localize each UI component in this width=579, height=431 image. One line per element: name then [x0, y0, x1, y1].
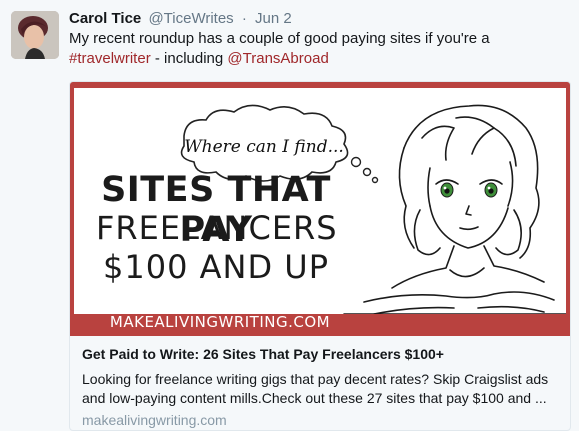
author-name[interactable]: Carol Tice — [69, 10, 141, 27]
card-body[interactable]: Get Paid to Write: 26 Sites That Pay Fre… — [82, 345, 560, 430]
separator-dot: · — [241, 10, 247, 27]
thought-text: Where can I find... — [184, 137, 344, 157]
tweet-text-part1: My recent roundup has a couple of good p… — [69, 30, 490, 47]
mention-link[interactable]: @TransAbroad — [227, 50, 328, 67]
thought-bubbles — [350, 156, 379, 184]
avatar-photo — [11, 11, 59, 59]
image-banner-url: MAKEALIVINGWRITING.COM — [109, 313, 331, 331]
card-description: Looking for freelance writing gigs that … — [82, 371, 549, 406]
girl-illustration — [343, 104, 566, 314]
card-image-canvas: Where can I find... SITES THAT PAY FREEL… — [74, 88, 566, 314]
link-card[interactable]: Where can I find... SITES THAT PAY FREEL… — [69, 81, 571, 431]
tweet[interactable]: Carol Tice @TiceWrites · Jun 2 My recent… — [0, 0, 579, 431]
headline-line3: $100 AND UP — [103, 248, 329, 286]
card-image[interactable]: Where can I find... SITES THAT PAY FREEL… — [70, 82, 570, 336]
card-title[interactable]: Get Paid to Write: 26 Sites That Pay Fre… — [82, 345, 560, 364]
tweet-text: My recent roundup has a couple of good p… — [69, 29, 569, 69]
hashtag-link[interactable]: #travelwriter — [69, 50, 151, 67]
tweet-text-part2: - including — [150, 50, 228, 67]
author-handle[interactable]: @TiceWrites — [148, 10, 233, 27]
avatar[interactable] — [11, 11, 59, 59]
tweet-date[interactable]: Jun 2 — [255, 10, 292, 27]
card-domain[interactable]: makealivingwriting.com — [82, 411, 560, 430]
headline-line2: FREELANCERS — [96, 209, 338, 247]
tweet-header: Carol Tice @TiceWrites · Jun 2 — [69, 9, 569, 29]
